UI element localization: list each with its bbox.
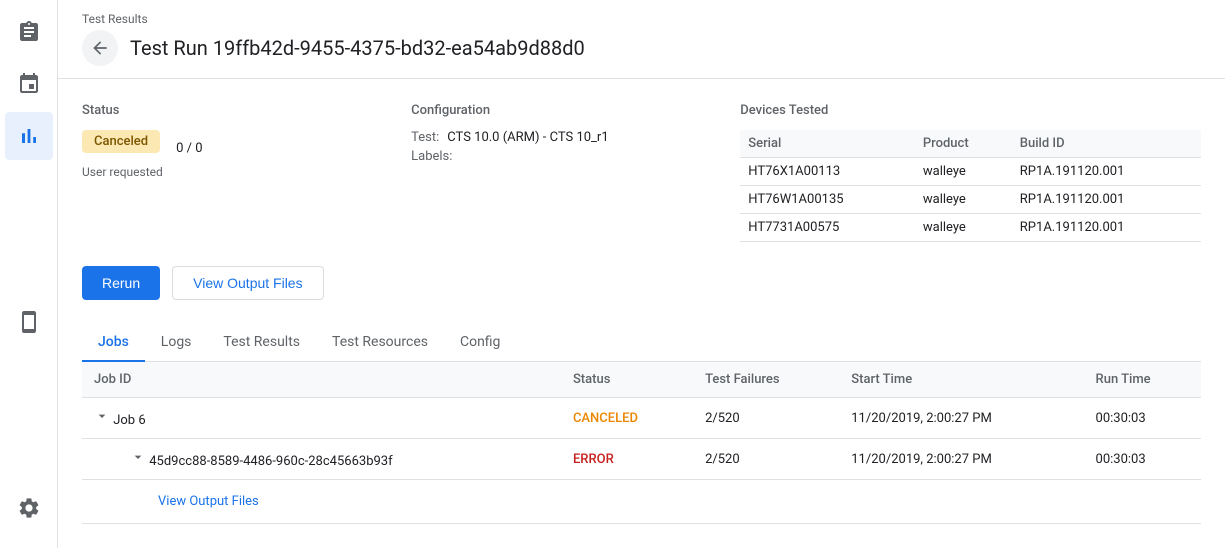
main-content: Test Results Test Run 19ffb42d-9455-4375… xyxy=(58,0,1225,548)
status-badge: Canceled xyxy=(82,130,160,153)
status-section-title: Status xyxy=(82,103,411,118)
sidebar xyxy=(0,0,58,548)
devices-col-serial: Serial xyxy=(740,130,915,158)
job-status-cell: CANCELED xyxy=(561,398,693,439)
job-child-row: 45d9cc88-8589-4486-960c-28c45663b93f ERR… xyxy=(82,439,1201,480)
child-run-cell: 00:30:03 xyxy=(1084,439,1201,480)
rerun-button[interactable]: Rerun xyxy=(82,266,160,300)
device-product: walleye xyxy=(915,158,1012,186)
job-failures-cell: 2/520 xyxy=(693,398,839,439)
jobs-col-start: Start Time xyxy=(839,362,1083,398)
device-row: HT76W1A00135 walleye RP1A.191120.001 xyxy=(740,186,1201,214)
child-status-cell: ERROR xyxy=(561,439,693,480)
view-output-button[interactable]: View Output Files xyxy=(172,266,323,300)
job-start-cell: 11/20/2019, 2:00:27 PM xyxy=(839,398,1083,439)
expand-child-button[interactable] xyxy=(130,449,146,465)
device-build: RP1A.191120.001 xyxy=(1012,186,1201,214)
breadcrumb: Test Results xyxy=(82,12,1201,26)
jobs-table: Job ID Status Test Failures Start Time R… xyxy=(82,362,1201,524)
sidebar-item-calendar[interactable] xyxy=(5,60,53,108)
child-job-id-cell: 45d9cc88-8589-4486-960c-28c45663b93f xyxy=(82,439,561,480)
sidebar-item-settings[interactable] xyxy=(5,484,53,532)
expand-button[interactable] xyxy=(94,408,110,424)
job-run-cell: 00:30:03 xyxy=(1084,398,1201,439)
devices-col-build: Build ID xyxy=(1012,130,1201,158)
content-area: Status Canceled 0 / 0 User requested Con… xyxy=(58,79,1225,548)
device-row: HT7731A00575 walleye RP1A.191120.001 xyxy=(740,214,1201,242)
config-test-row: Test: CTS 10.0 (ARM) - CTS 10_r1 xyxy=(411,130,740,145)
jobs-col-run: Run Time xyxy=(1084,362,1201,398)
info-row: Status Canceled 0 / 0 User requested Con… xyxy=(82,103,1201,242)
job-row: Job 6 CANCELED 2/520 11/20/2019, 2:00:27… xyxy=(82,398,1201,439)
job-id-cell: Job 6 xyxy=(82,398,561,439)
tab-test-results[interactable]: Test Results xyxy=(207,324,316,362)
jobs-col-failures: Test Failures xyxy=(693,362,839,398)
devices-col-product: Product xyxy=(915,130,1012,158)
config-section: Configuration Test: CTS 10.0 (ARM) - CTS… xyxy=(411,103,740,242)
config-test-value: CTS 10.0 (ARM) - CTS 10_r1 xyxy=(447,130,608,145)
device-build: RP1A.191120.001 xyxy=(1012,158,1201,186)
device-serial: HT76W1A00135 xyxy=(740,186,915,214)
title-row: Test Run 19ffb42d-9455-4375-bd32-ea54ab9… xyxy=(82,30,1201,66)
tabs-bar: JobsLogsTest ResultsTest ResourcesConfig xyxy=(82,324,1201,362)
device-row: HT76X1A00113 walleye RP1A.191120.001 xyxy=(740,158,1201,186)
tab-logs[interactable]: Logs xyxy=(145,324,208,362)
page-title: Test Run 19ffb42d-9455-4375-bd32-ea54ab9… xyxy=(130,36,585,60)
sidebar-item-analytics[interactable] xyxy=(5,112,53,160)
config-test-label: Test: xyxy=(411,130,439,145)
back-button[interactable] xyxy=(82,30,118,66)
config-labels-label: Labels: xyxy=(411,149,452,164)
header: Test Results Test Run 19ffb42d-9455-4375… xyxy=(58,0,1225,79)
config-labels-row: Labels: xyxy=(411,149,740,164)
jobs-col-status: Status xyxy=(561,362,693,398)
device-serial: HT7731A00575 xyxy=(740,214,915,242)
devices-section-title: Devices Tested xyxy=(740,103,1201,118)
config-section-title: Configuration xyxy=(411,103,740,118)
tab-jobs[interactable]: Jobs xyxy=(82,324,145,362)
device-product: walleye xyxy=(915,214,1012,242)
device-serial: HT76X1A00113 xyxy=(740,158,915,186)
user-requested-label: User requested xyxy=(82,165,411,179)
child-start-cell: 11/20/2019, 2:00:27 PM xyxy=(839,439,1083,480)
child-failures-cell: 2/520 xyxy=(693,439,839,480)
sidebar-item-phone[interactable] xyxy=(5,298,53,346)
actions-row: Rerun View Output Files xyxy=(82,266,1201,300)
sidebar-item-clipboard[interactable] xyxy=(5,8,53,56)
devices-table: Serial Product Build ID HT76X1A00113 wal… xyxy=(740,130,1201,242)
device-product: walleye xyxy=(915,186,1012,214)
status-section: Status Canceled 0 / 0 User requested xyxy=(82,103,411,242)
tab-config[interactable]: Config xyxy=(444,324,516,362)
view-output-row: View Output Files xyxy=(82,480,1201,524)
progress-text: 0 / 0 xyxy=(176,141,202,156)
tab-test-resources[interactable]: Test Resources xyxy=(316,324,444,362)
jobs-col-id: Job ID xyxy=(82,362,561,398)
device-build: RP1A.191120.001 xyxy=(1012,214,1201,242)
sub-view-output-link[interactable]: View Output Files xyxy=(146,490,271,513)
devices-section: Devices Tested Serial Product Build ID H… xyxy=(740,103,1201,242)
